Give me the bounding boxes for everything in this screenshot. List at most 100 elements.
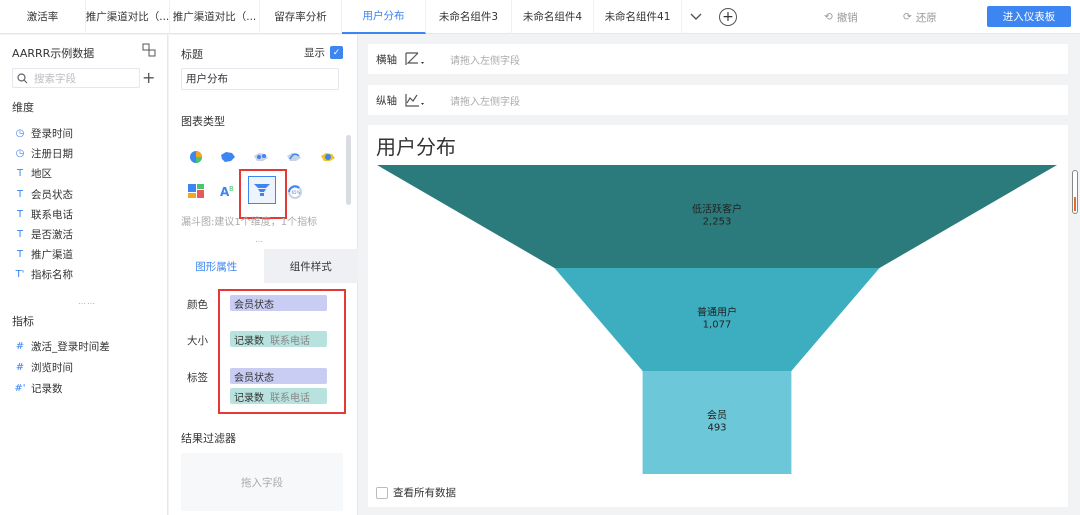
chevron-down-icon[interactable] — [682, 0, 710, 34]
dataset-name: AARRR示例数据 — [12, 47, 95, 60]
measure-label: 激活_登录时间差 — [31, 340, 110, 353]
chart-config-panel: 标题 显示 ✓ 用户分布 图表类型 AB 65% 漏斗图:建议1个维度，1个指标… — [169, 35, 358, 515]
dimension-item[interactable]: ◷ 注册日期 — [14, 145, 73, 161]
canvas-scrollbar[interactable] — [1072, 170, 1078, 214]
undo-label: 撤销 — [836, 11, 858, 24]
measure-label: 浏览时间 — [31, 361, 73, 374]
dimension-label: 推广渠道 — [31, 248, 73, 261]
svg-text:65%: 65% — [292, 190, 301, 195]
color-label: 颜色 — [187, 299, 208, 311]
gauge-icon[interactable]: 65% — [285, 183, 305, 199]
text-type-icon: T — [16, 188, 24, 200]
dimension-item[interactable]: T 地区 — [14, 165, 52, 181]
text-type-icon: T — [16, 228, 24, 240]
tab-unnamed-3[interactable]: 未命名组件3 — [426, 0, 512, 34]
tab-retention-analysis[interactable]: 留存率分析 — [260, 0, 342, 34]
field-search-input[interactable]: 搜索字段 — [12, 68, 140, 88]
enter-dashboard-button[interactable]: 进入仪表板 — [987, 6, 1071, 27]
tab-channel-compare-2[interactable]: 推广渠道对比（... — [170, 0, 260, 34]
redo-button[interactable]: ⟳ 还原 — [903, 0, 937, 34]
tab-component-style[interactable]: 组件样式 — [263, 249, 358, 283]
dimension-item[interactable]: ◷ 登录时间 — [14, 125, 73, 141]
x-axis-row[interactable]: 横轴 请拖入左侧字段 — [368, 44, 1068, 74]
view-all-label: 查看所有数据 — [393, 487, 456, 499]
field-panel: AARRR示例数据 搜索字段 + 维度 ◷ 登录时间 ◷ 注册日期 T 地区 T 会员状… — [0, 35, 168, 515]
svg-text:B: B — [229, 185, 234, 193]
title-heading: 标题 — [181, 48, 203, 61]
dimension-label: 联系电话 — [31, 208, 73, 221]
size-label: 大小 — [187, 335, 208, 347]
panel-resize-handle[interactable]: ⋯⋯ — [78, 299, 96, 308]
add-tab-icon[interactable]: + — [719, 7, 737, 26]
clock-icon: ◷ — [15, 127, 25, 139]
funnel-chart-icon[interactable] — [248, 176, 276, 204]
funnel-stage-value: 2,253 — [703, 217, 732, 228]
measure-item[interactable]: #' 记录数 — [14, 380, 62, 396]
pie-chart-icon[interactable] — [186, 149, 206, 165]
redo-icon: ⟳ — [903, 11, 912, 23]
checkbox-checked-icon[interactable]: ✓ — [330, 46, 343, 59]
funnel-stage-value: 1,077 — [703, 320, 732, 331]
chart-type-heading: 图表类型 — [181, 115, 225, 128]
measure-item[interactable]: # 激活_登录时间差 — [14, 338, 110, 354]
clock-icon: ◷ — [15, 147, 25, 159]
y-axis-settings-icon[interactable] — [404, 91, 430, 109]
tab-shape-attributes[interactable]: 图形属性 — [169, 249, 264, 283]
text-type-icon: T — [16, 248, 24, 260]
dimension-item[interactable]: T 是否激活 — [14, 226, 73, 242]
calculated-hash-icon: #' — [14, 382, 26, 394]
dimension-label: 登录时间 — [31, 127, 73, 140]
funnel-chart: 低活跃客户2,253 普通用户1,077 会员493 — [377, 165, 1057, 474]
measures-heading: 指标 — [12, 315, 34, 328]
text-type-icon: T — [16, 208, 24, 220]
view-all-data-toggle[interactable]: 查看所有数据 — [376, 485, 456, 500]
switch-dataset-icon[interactable] — [142, 43, 156, 57]
hash-icon: # — [15, 340, 25, 352]
chart-canvas: 用户分布 低活跃客户 2,253 普通用户 1,077 会员 493 查看所有数据 — [368, 125, 1068, 507]
funnel-stage-value: 493 — [707, 423, 726, 434]
chart-types-scrollbar[interactable] — [346, 135, 351, 205]
funnel-stage-label: 普通用户 — [697, 306, 737, 319]
dimension-item[interactable]: T' 指标名称 — [14, 266, 73, 282]
dimension-item[interactable]: T 联系电话 — [14, 206, 73, 222]
area-map-icon[interactable] — [218, 149, 238, 165]
tab-unnamed-41[interactable]: 未命名组件41 — [594, 0, 682, 34]
search-placeholder: 搜索字段 — [34, 72, 76, 85]
dimension-label: 地区 — [31, 167, 52, 180]
x-axis-placeholder: 请拖入左侧字段 — [450, 55, 520, 67]
attribute-tabs: 图形属性 组件样式 — [169, 249, 358, 283]
point-map-icon[interactable] — [251, 149, 271, 165]
dimension-label: 注册日期 — [31, 147, 73, 160]
tab-user-distribution[interactable]: 用户分布 — [342, 0, 426, 34]
undo-button[interactable]: ⟲ 撤销 — [824, 0, 858, 34]
undo-icon: ⟲ — [824, 11, 833, 23]
y-axis-row[interactable]: 纵轴 请拖入左侧字段 — [368, 85, 1068, 115]
filter-drop-zone[interactable]: 拖入字段 — [181, 453, 343, 511]
measure-item[interactable]: # 浏览时间 — [14, 359, 73, 375]
panel-resize-handle[interactable]: ⋯ — [255, 237, 264, 246]
tab-unnamed-4[interactable]: 未命名组件4 — [512, 0, 594, 34]
show-title-toggle[interactable]: 显示 ✓ — [304, 45, 343, 60]
title-input[interactable]: 用户分布 — [181, 68, 339, 90]
treemap-icon[interactable] — [186, 183, 206, 199]
flow-map-icon[interactable] — [284, 149, 304, 165]
heat-map-icon[interactable] — [318, 149, 338, 165]
funnel-stage-label: 低活跃客户 — [692, 203, 742, 216]
hash-icon: # — [15, 361, 25, 373]
tab-channel-compare-1[interactable]: 推广渠道对比（... — [86, 0, 170, 34]
dimension-label: 会员状态 — [31, 188, 73, 201]
word-cloud-icon[interactable]: AB — [218, 183, 238, 199]
y-axis-label: 纵轴 — [376, 94, 397, 107]
show-label: 显示 — [304, 47, 325, 59]
x-axis-label: 横轴 — [376, 53, 397, 66]
x-axis-settings-icon[interactable] — [404, 50, 430, 68]
dimension-item[interactable]: T 推广渠道 — [14, 246, 73, 262]
dimension-item[interactable]: T 会员状态 — [14, 186, 73, 202]
checkbox-unchecked-icon[interactable] — [376, 486, 388, 499]
redo-label: 还原 — [915, 11, 937, 24]
dimensions-heading: 维度 — [12, 101, 34, 114]
text-type-icon: T — [16, 167, 24, 179]
tab-activation-rate[interactable]: 激活率 — [0, 0, 86, 34]
tag-label: 标签 — [187, 372, 208, 384]
add-field-icon[interactable]: + — [142, 68, 155, 88]
